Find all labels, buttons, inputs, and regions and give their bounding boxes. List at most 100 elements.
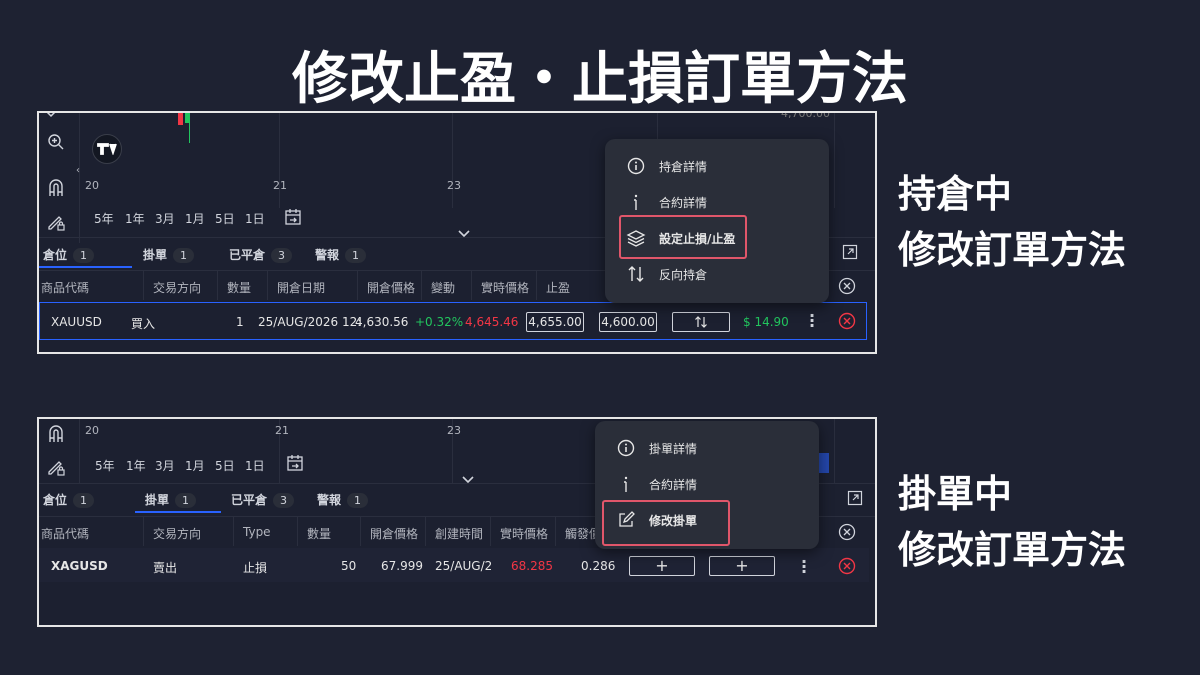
cell-symbol: XAUUSD — [51, 315, 102, 329]
pencil-lock-icon[interactable] — [45, 456, 67, 478]
calendar-goto-icon[interactable] — [283, 207, 303, 227]
more-options-icon[interactable]: · · · — [809, 308, 815, 334]
cell-side: 賣出 — [153, 561, 178, 575]
date-axis-label: 21 — [275, 424, 289, 437]
info-circle-icon — [625, 155, 647, 177]
col-take-profit: 止盈 — [546, 281, 571, 295]
price-label-partial: 4,700.00 — [781, 111, 830, 120]
stop-loss-add-button[interactable]: + — [709, 556, 775, 576]
timeframe-3m[interactable]: 3月 — [155, 210, 175, 227]
col-qty: 數量 — [227, 281, 252, 295]
caption-orders: 掛單中 修改訂單方法 — [898, 471, 1127, 572]
timeframe-5d[interactable]: 5日 — [215, 457, 235, 474]
menu-item-order-details[interactable]: 掛單詳情 — [615, 437, 697, 459]
tab-positions[interactable]: 倉位 1 — [43, 244, 95, 263]
chevron-down-icon[interactable] — [457, 227, 471, 241]
tradingview-logo — [92, 134, 122, 164]
timeframe-1d[interactable]: 1日 — [245, 457, 265, 474]
cell-type: 止損 — [243, 561, 268, 575]
col-symbol: 商品代碼 — [41, 527, 90, 541]
timeframe-1m[interactable]: 1月 — [185, 457, 205, 474]
timeframe-5y[interactable]: 5年 — [94, 210, 114, 227]
cell-qty: 50 — [341, 559, 357, 573]
timeframe-1y[interactable]: 1年 — [125, 210, 145, 227]
cell-open-date: 25/AUG/2026 12: — [258, 315, 360, 329]
tab-closed[interactable]: 已平倉 3 — [231, 489, 295, 508]
timeframe-3m[interactable]: 3月 — [155, 457, 175, 474]
col-symbol: 商品代碼 — [41, 281, 90, 295]
col-type: Type — [243, 525, 271, 539]
timeframe-5d[interactable]: 5日 — [215, 210, 235, 227]
cell-pnl: $ 14.90 — [743, 315, 789, 329]
take-profit-add-button[interactable]: + — [629, 556, 695, 576]
timeframe-5y[interactable]: 5年 — [95, 457, 115, 474]
caption-positions: 持倉中 修改訂單方法 — [898, 171, 1127, 272]
candle-red — [178, 113, 183, 125]
expand-panel-icon[interactable] — [841, 243, 859, 261]
timeframe-1d[interactable]: 1日 — [245, 210, 265, 227]
tab-positions[interactable]: 倉位 1 — [43, 489, 95, 508]
date-axis-label: 23 — [447, 179, 461, 192]
stop-loss-field[interactable]: 4,600.00 — [599, 312, 657, 332]
swap-arrows-icon — [625, 263, 647, 285]
col-side: 交易方向 — [153, 527, 202, 541]
collapse-left-icon[interactable]: ‹ — [73, 163, 83, 177]
cell-qty: 1 — [236, 315, 244, 329]
close-position-icon[interactable] — [837, 311, 857, 331]
col-change: 變動 — [431, 281, 456, 295]
menu-item-reverse-position[interactable]: 反向持倉 — [625, 263, 707, 285]
highlight-box — [619, 215, 747, 259]
candle-wick — [189, 113, 190, 143]
close-all-icon[interactable] — [837, 522, 857, 542]
cancel-order-icon[interactable] — [837, 556, 857, 576]
tab-alerts[interactable]: 警報 1 — [315, 244, 367, 263]
menu-item-position-details[interactable]: 持倉詳情 — [625, 155, 707, 177]
orders-screenshot: 20 21 23 5年 1年 3月 1月 5日 1日 倉位 1 掛單 1 已平倉 3 … — [37, 417, 877, 627]
more-options-icon[interactable]: · · · — [801, 554, 807, 580]
menu-item-contract-details[interactable]: 合約詳情 — [615, 473, 697, 495]
cell-change: +0.32% — [415, 315, 464, 329]
cell-symbol: XAGUSD — [51, 559, 108, 573]
magnet-icon[interactable] — [45, 423, 67, 445]
tab-active-indicator — [39, 266, 132, 268]
highlight-box — [602, 500, 730, 546]
col-live-price: 實時價格 — [500, 527, 549, 541]
take-profit-field[interactable]: 4,655.00 — [526, 312, 584, 332]
info-icon — [625, 191, 647, 213]
cell-trigger-price: 0.286 — [581, 559, 616, 573]
close-all-icon[interactable] — [837, 276, 857, 296]
date-axis-label: 23 — [447, 424, 461, 437]
tab-closed[interactable]: 已平倉 3 — [229, 244, 293, 263]
col-qty: 數量 — [307, 527, 332, 541]
reverse-button[interactable] — [672, 312, 730, 332]
timeframe-1y[interactable]: 1年 — [126, 457, 146, 474]
cell-open-price: 67.999 — [381, 559, 423, 573]
cell-live-price: 4,645.46 — [465, 315, 519, 329]
info-icon — [615, 473, 637, 495]
pencil-lock-icon[interactable] — [45, 211, 67, 233]
page-title: 修改止盈‧止損訂單方法 — [292, 46, 908, 112]
col-open-date: 開倉日期 — [277, 281, 326, 295]
menu-item-contract-details[interactable]: 合約詳情 — [625, 191, 707, 213]
col-side: 交易方向 — [153, 281, 202, 295]
tab-orders[interactable]: 掛單 1 — [145, 489, 197, 508]
zoom-in-icon[interactable] — [45, 131, 67, 153]
col-open-price: 開倉價格 — [367, 281, 416, 295]
col-live-price: 實時價格 — [481, 281, 530, 295]
cell-create-time: 25/AUG/2 — [435, 559, 491, 573]
date-axis-label: 21 — [273, 179, 287, 192]
tab-active-indicator — [135, 511, 221, 513]
timeframe-1m[interactable]: 1月 — [185, 210, 205, 227]
calendar-goto-icon[interactable] — [285, 453, 305, 473]
cell-side: 買入 — [131, 317, 156, 331]
expand-panel-icon[interactable] — [846, 489, 864, 507]
chevron-down-icon[interactable] — [43, 113, 59, 121]
tab-orders[interactable]: 掛單 1 — [143, 244, 195, 263]
tab-alerts[interactable]: 警報 1 — [317, 489, 369, 508]
info-circle-icon — [615, 437, 637, 459]
magnet-icon[interactable] — [45, 177, 67, 199]
cell-live-price: 68.285 — [511, 559, 553, 573]
scroll-marker — [819, 453, 829, 473]
date-axis-label: 20 — [85, 179, 99, 192]
chevron-down-icon[interactable] — [459, 473, 477, 487]
